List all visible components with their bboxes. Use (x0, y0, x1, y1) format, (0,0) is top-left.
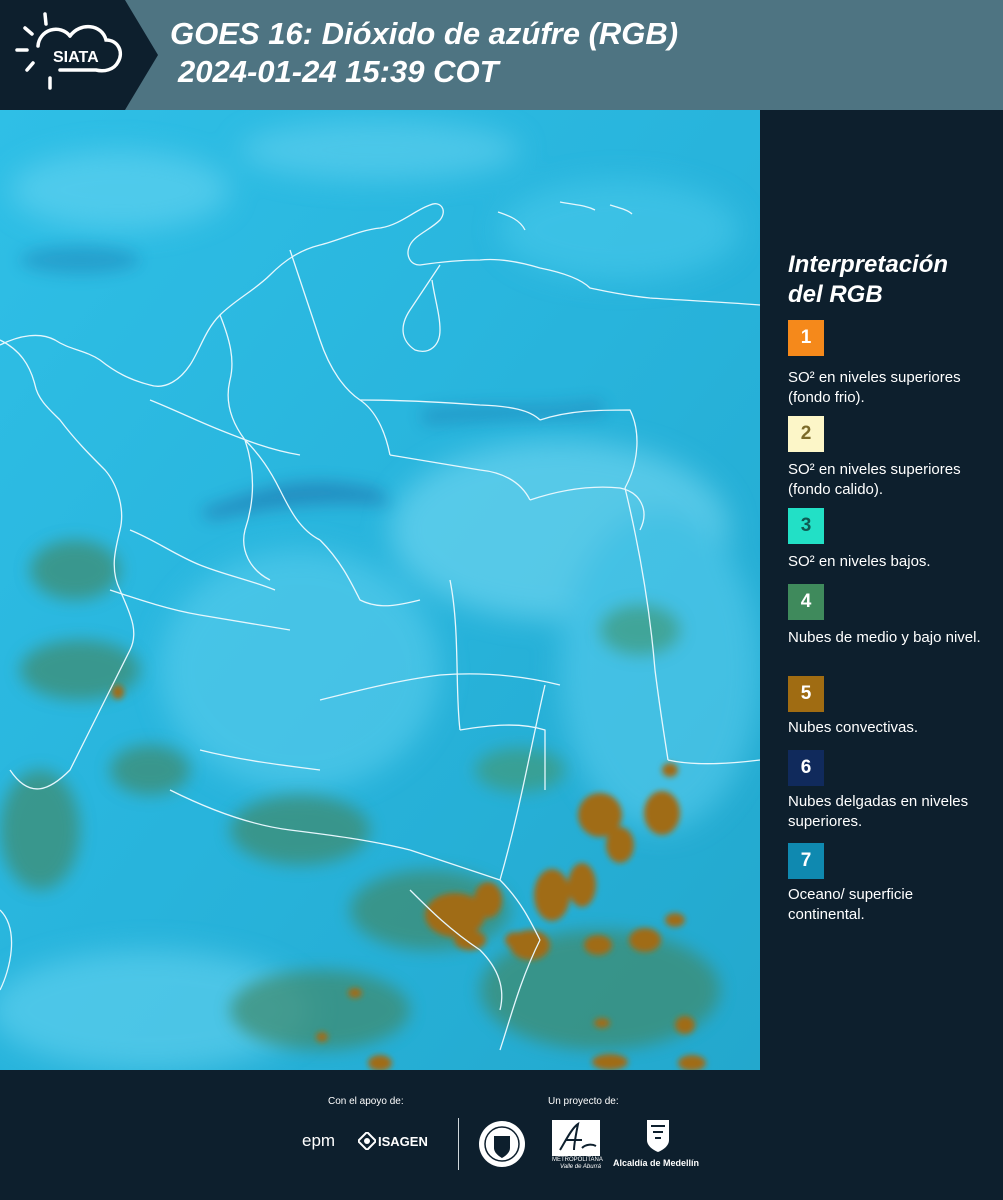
satellite-map[interactable] (0, 110, 760, 1070)
alcaldia-shield-icon (647, 1120, 669, 1152)
legend-label-4: Nubes de medio y bajo nivel. (788, 629, 981, 646)
area-metro-text: METROPOLITANA (552, 1157, 603, 1163)
map-title: GOES 16: Dióxido de azúfre (RGB) (170, 16, 679, 51)
legend-swatch-6: 6 (788, 750, 824, 786)
legend-swatch-1: 1 (788, 320, 824, 356)
legend-label-1: SO² en niveles superiores (fondo frio). (788, 369, 961, 406)
legend-swatch-3: 3 (788, 508, 824, 544)
legend-label-7: Oceano/ superficie continental. (788, 886, 914, 923)
epm-logo: epm (302, 1131, 336, 1150)
legend-label-2: SO² en niveles superiores (fondo calido)… (788, 461, 961, 498)
footer-divider (458, 1118, 459, 1170)
legend-swatch-7: 7 (788, 843, 824, 879)
header-bar: SIATA GOES 16: Dióxido de azúfre (RGB) 2… (0, 0, 1003, 110)
map-timestamp: 2024-01-24 15:39 COT (178, 54, 499, 89)
legend-label-3: SO² en niveles bajos. (788, 553, 931, 570)
satellite-image (0, 110, 760, 1070)
area-metro-subtext: Valle de Aburrá (560, 1164, 601, 1170)
project-label: Un proyecto de: (548, 1096, 619, 1107)
legend-panel: Interpretación del RGB 1 SO² en niveles … (760, 110, 1003, 1070)
isagen-logo: ISAGEN (378, 1134, 428, 1149)
area-metropolitana-logo-icon (552, 1120, 600, 1156)
legend-swatch-2: 2 (788, 416, 824, 452)
support-label: Con el apoyo de: (328, 1096, 404, 1107)
legend-title: Interpretación del RGB (788, 251, 949, 308)
footer: Con el apoyo de: Un proyecto de: epm ISA… (0, 1070, 1003, 1200)
siata-logo: SIATA (0, 0, 160, 110)
legend-label-5: Nubes convectivas. (788, 719, 919, 736)
legend-swatch-5: 5 (788, 676, 824, 712)
legend-label-6: Nubes delgadas en niveles superiores. (788, 793, 969, 830)
alcaldia-text: Alcaldía de Medellín (613, 1158, 700, 1168)
svg-text:SIATA: SIATA (53, 49, 99, 66)
isagen-logo-icon (358, 1132, 376, 1150)
sun-cloud-logo-icon: SIATA (0, 0, 158, 110)
legend-swatch-4: 4 (788, 584, 824, 620)
univ-seal-icon (479, 1121, 525, 1167)
